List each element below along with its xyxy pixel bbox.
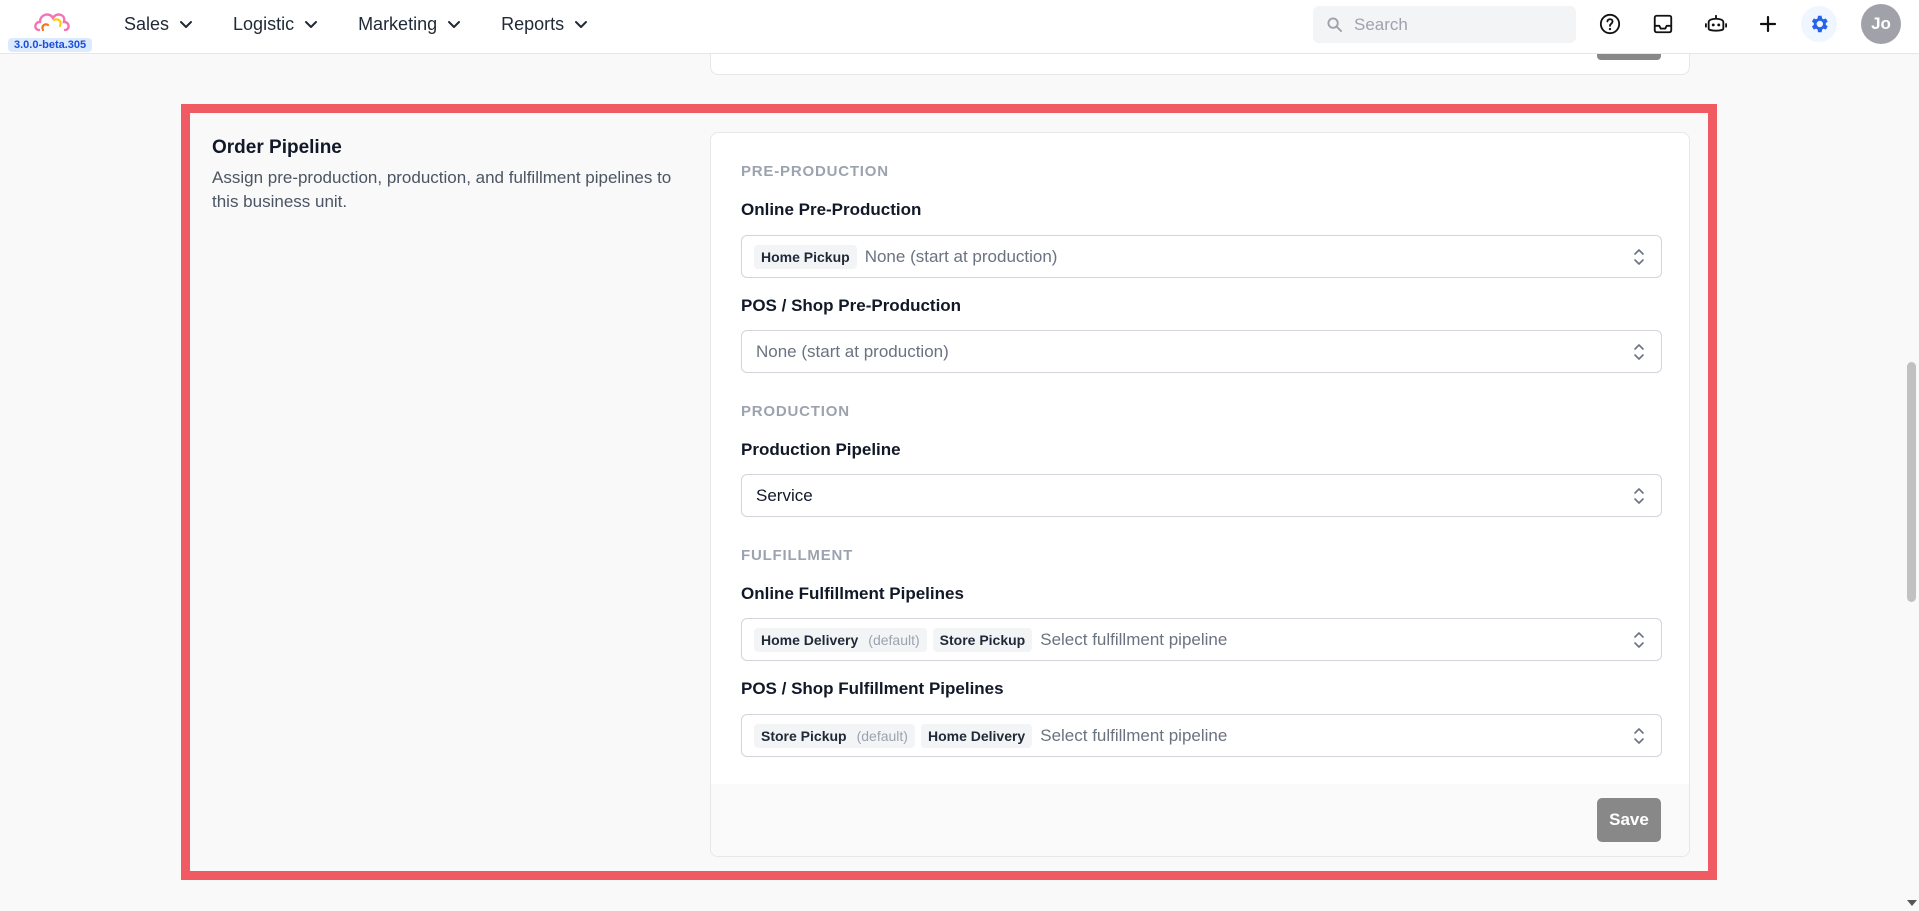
chip-label: Home Delivery (927, 727, 1026, 744)
help-button[interactable] (1597, 11, 1623, 37)
add-button[interactable] (1755, 11, 1781, 37)
chevron-down-icon (180, 21, 193, 28)
search-box[interactable] (1313, 6, 1576, 43)
nav-logistic[interactable]: Logistic (233, 14, 318, 35)
pos-pre-production-select[interactable]: None (start at production) (741, 330, 1662, 373)
help-icon (1599, 13, 1621, 35)
save-button[interactable]: Save (1597, 798, 1661, 842)
plus-icon (1759, 15, 1777, 33)
nav-sales[interactable]: Sales (124, 14, 193, 35)
pos-fulfillment-label: POS / Shop Fulfillment Pipelines (741, 679, 1004, 698)
bot-icon (1704, 14, 1727, 32)
nav-item-label: Reports (501, 13, 565, 34)
assistant-button[interactable] (1703, 11, 1729, 37)
main-nav: Sales Logistic Marketing Reports (124, 0, 588, 48)
online-fulfillment-select[interactable]: Home Delivery (default) Store Pickup Sel… (741, 618, 1662, 661)
nav-item-label: Logistic (233, 13, 295, 34)
pos-pre-production-label: POS / Shop Pre-Production (741, 296, 962, 315)
group-label-pre-production: PRE-PRODUCTION (741, 163, 889, 180)
top-navigation-bar: 3.0.0-beta.305 Sales Logistic Marketing … (0, 0, 1919, 54)
chevron-up-down-icon (1634, 632, 1644, 648)
cloud-logo-icon (34, 13, 70, 32)
online-pre-production-select[interactable]: Home Pickup None (start at production) (741, 235, 1662, 278)
chevron-down-icon (575, 21, 588, 28)
nav-item-label: Sales (124, 13, 170, 34)
order-pipeline-card: PRE-PRODUCTION Online Pre-Production Hom… (710, 132, 1690, 857)
scroll-down-arrow-icon[interactable] (1906, 899, 1918, 908)
nav-item-label: Marketing (358, 13, 438, 34)
chip-default-tag: (default) (856, 727, 908, 744)
selected-chip: Home Delivery (920, 723, 1033, 748)
chip-label: Store Pickup (761, 727, 847, 744)
chevron-up-down-icon (1634, 488, 1644, 504)
pos-fulfillment-select[interactable]: Store Pickup (default) Home Delivery Sel… (741, 714, 1662, 757)
chip-default-tag: (default) (868, 631, 920, 648)
selected-chip: Store Pickup (932, 627, 1033, 652)
chip-label: Home Pickup (761, 248, 850, 265)
inbox-button[interactable] (1650, 11, 1676, 37)
production-pipeline-label: Production Pipeline (741, 440, 901, 459)
select-placeholder: None (start at production) (864, 246, 1058, 266)
selected-chip: Home Pickup (754, 244, 857, 269)
section-title: Order Pipeline (212, 137, 342, 158)
chevron-up-down-icon (1634, 249, 1644, 265)
select-placeholder: Select fulfillment pipeline (1040, 629, 1228, 649)
chevron-down-icon (305, 21, 318, 28)
selected-chip: Home Delivery (default) (754, 627, 927, 652)
online-pre-production-label: Online Pre-Production (741, 200, 922, 219)
search-input[interactable] (1354, 14, 1554, 35)
select-placeholder: None (start at production) (756, 341, 949, 361)
version-badge: 3.0.0-beta.305 (8, 38, 93, 52)
search-icon (1327, 17, 1342, 32)
card-footer: Save (711, 784, 1689, 856)
group-label-production: PRODUCTION (741, 403, 850, 420)
scrollbar-thumb[interactable] (1907, 362, 1916, 602)
chevron-down-icon (448, 21, 461, 28)
online-fulfillment-label: Online Fulfillment Pipelines (741, 584, 964, 603)
chip-label: Store Pickup (939, 631, 1026, 648)
group-label-fulfillment: FULFILLMENT (741, 547, 854, 564)
chevron-up-down-icon (1634, 728, 1644, 744)
avatar[interactable]: Jo (1861, 4, 1901, 44)
settings-button[interactable] (1801, 6, 1837, 42)
selected-chip: Store Pickup (default) (754, 723, 915, 748)
app-logo[interactable]: 3.0.0-beta.305 (6, 6, 96, 52)
select-placeholder: Select fulfillment pipeline (1040, 725, 1228, 745)
nav-reports[interactable]: Reports (501, 14, 588, 35)
production-pipeline-select[interactable]: Service (741, 474, 1662, 517)
gear-icon (1811, 15, 1828, 33)
select-value: Service (756, 485, 813, 505)
section-description: Assign pre-production, production, and f… (212, 168, 672, 211)
chevron-up-down-icon (1634, 344, 1644, 360)
nav-marketing[interactable]: Marketing (358, 14, 461, 35)
inbox-icon (1653, 14, 1673, 34)
chip-label: Home Delivery (761, 631, 859, 648)
